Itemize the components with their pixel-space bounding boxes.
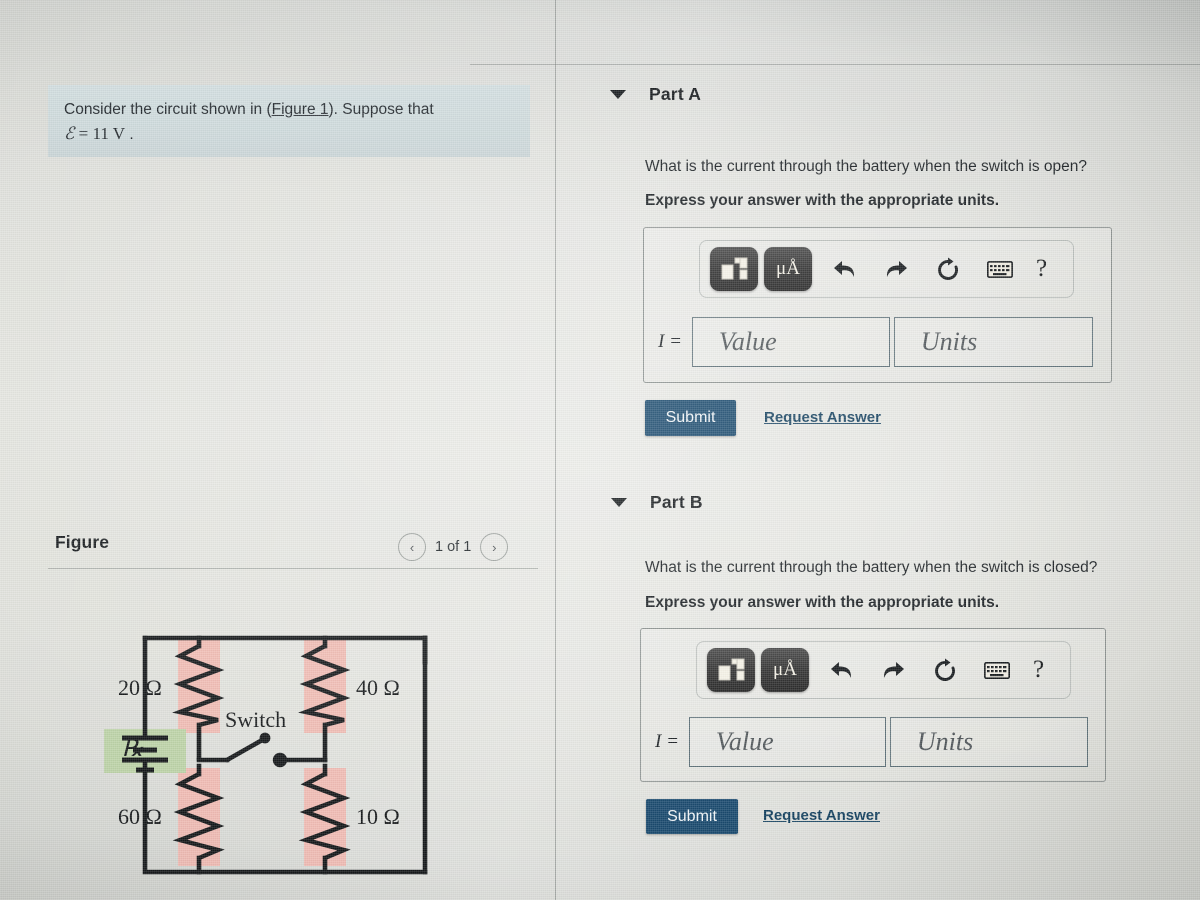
part-b-instruction: Express your answer with the appropriate… bbox=[645, 594, 1000, 611]
switch-label: Switch bbox=[225, 707, 286, 732]
circuit-diagram: ℞ 20 Ω 40 Ω 60 Ω 10 Ω Switch bbox=[104, 635, 428, 875]
help-icon[interactable]: ? bbox=[1036, 255, 1047, 283]
part-b-answer-widget: μÅ ? I = Value Units bbox=[640, 628, 1106, 782]
figure-pager: ‹ 1 of 1 › bbox=[398, 533, 509, 561]
part-a-answer-widget: μÅ ? I = Value Units bbox=[643, 227, 1112, 383]
part-b-units-input[interactable]: Units bbox=[889, 717, 1088, 767]
question-text-after: ). Suppose that bbox=[328, 101, 434, 118]
part-b-question: What is the current through the battery … bbox=[645, 559, 1098, 576]
part-b-units-placeholder: Units bbox=[916, 727, 974, 756]
part-b-title: Part B bbox=[650, 492, 703, 512]
part-a-input-row: I = Value Units bbox=[658, 317, 1100, 367]
resistor-label-20ohm: 20 Ω bbox=[118, 675, 162, 700]
resistor-label-40ohm: 40 Ω bbox=[356, 675, 400, 700]
part-b-request-answer-link[interactable]: Request Answer bbox=[763, 807, 880, 824]
part-a-variable-label: I = bbox=[658, 331, 682, 352]
figure-page-count: 1 of 1 bbox=[435, 539, 472, 555]
figure-1-link[interactable]: Figure 1 bbox=[272, 101, 329, 118]
question-statement-text: Consider the circuit shown in (Figure 1)… bbox=[64, 99, 514, 146]
question-text-before: Consider the circuit shown in ( bbox=[64, 101, 272, 118]
figure-next-button[interactable]: › bbox=[480, 533, 509, 561]
units-icon[interactable]: μÅ bbox=[761, 648, 809, 692]
math-template-icon[interactable] bbox=[710, 247, 758, 291]
reset-icon[interactable] bbox=[932, 655, 958, 685]
collapse-caret-icon[interactable] bbox=[611, 498, 627, 507]
redo-icon[interactable] bbox=[880, 655, 906, 685]
math-template-icon[interactable] bbox=[707, 648, 755, 692]
part-b-header[interactable]: Part B bbox=[611, 492, 703, 513]
part-a-title: Part A bbox=[649, 84, 702, 104]
undo-icon[interactable] bbox=[831, 254, 857, 284]
pane-divider bbox=[555, 0, 556, 900]
part-a-units-placeholder: Units bbox=[920, 327, 978, 356]
part-a-value-input[interactable]: Value bbox=[691, 317, 890, 367]
part-a-instruction: Express your answer with the appropriate… bbox=[645, 192, 1000, 209]
part-b-variable-label: I = bbox=[655, 731, 679, 752]
switch-symbol bbox=[224, 732, 288, 768]
resistor-label-10ohm: 10 Ω bbox=[356, 804, 400, 829]
emf-equation: = 11 V bbox=[78, 123, 126, 143]
figure-divider bbox=[48, 568, 538, 569]
battery-label: ℞ bbox=[122, 736, 144, 762]
keyboard-icon[interactable] bbox=[984, 655, 1010, 685]
keyboard-icon[interactable] bbox=[987, 254, 1013, 284]
part-b-value-input[interactable]: Value bbox=[688, 717, 886, 767]
part-a-value-placeholder: Value bbox=[718, 327, 777, 356]
undo-icon[interactable] bbox=[828, 655, 854, 685]
part-b-submit-button[interactable]: Submit bbox=[646, 799, 738, 834]
part-a-question: What is the current through the battery … bbox=[645, 158, 1087, 175]
part-b-input-row: I = Value Units bbox=[655, 717, 1095, 767]
reset-icon[interactable] bbox=[935, 254, 961, 284]
help-icon[interactable]: ? bbox=[1033, 656, 1044, 684]
units-icon[interactable]: μÅ bbox=[764, 247, 812, 291]
part-a-header[interactable]: Part A bbox=[610, 84, 701, 105]
part-a-submit-button[interactable]: Submit bbox=[645, 400, 736, 436]
part-a-request-answer-link[interactable]: Request Answer bbox=[764, 409, 881, 426]
part-a-toolbar: μÅ ? bbox=[699, 240, 1075, 298]
part-a-units-input[interactable]: Units bbox=[893, 317, 1093, 367]
collapse-caret-icon[interactable] bbox=[610, 90, 626, 99]
part-b-toolbar: μÅ ? bbox=[696, 641, 1072, 699]
resistor-label-60ohm: 60 Ω bbox=[118, 804, 162, 829]
top-rule bbox=[470, 64, 1200, 65]
figure-prev-button[interactable]: ‹ bbox=[398, 533, 426, 561]
figure-title: Figure bbox=[55, 532, 110, 552]
emf-symbol: ℰ bbox=[64, 123, 75, 143]
part-b-value-placeholder: Value bbox=[715, 727, 774, 756]
redo-icon[interactable] bbox=[883, 254, 909, 284]
emf-period: . bbox=[129, 125, 134, 143]
